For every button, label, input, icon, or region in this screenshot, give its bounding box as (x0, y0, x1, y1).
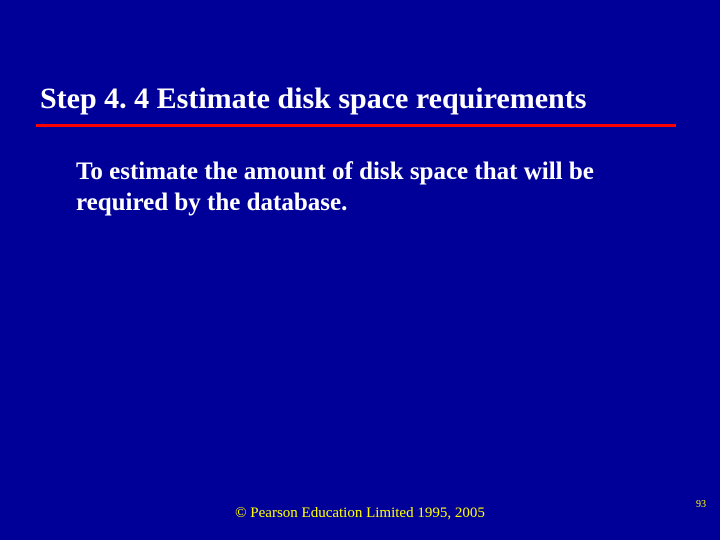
title-underline (36, 124, 676, 127)
slide-title: Step 4. 4 Estimate disk space requiremen… (40, 82, 586, 116)
copyright-footer: © Pearson Education Limited 1995, 2005 (0, 505, 720, 522)
slide: Step 4. 4 Estimate disk space requiremen… (0, 0, 720, 540)
slide-body-text: To estimate the amount of disk space tha… (76, 156, 636, 219)
page-number: 93 (696, 499, 706, 510)
